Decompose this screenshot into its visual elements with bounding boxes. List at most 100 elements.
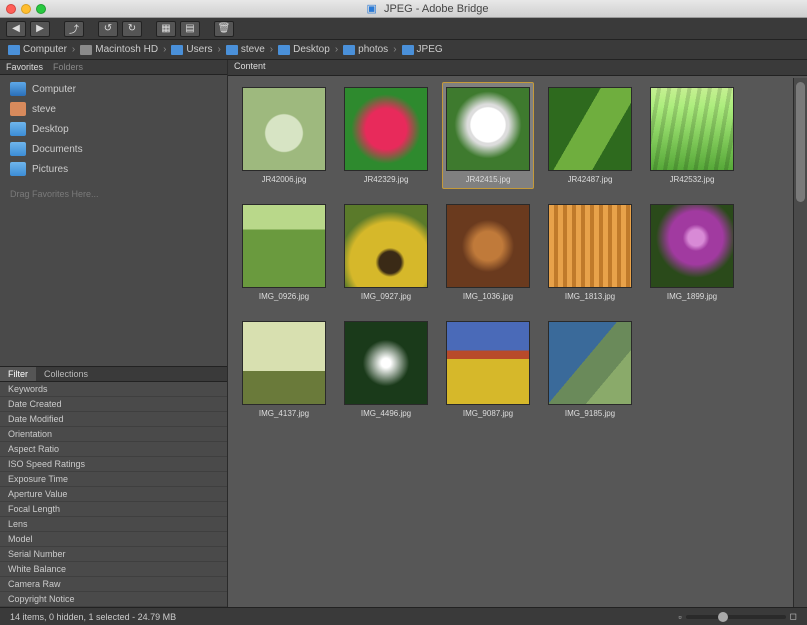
thumbnail-image[interactable] xyxy=(650,87,734,171)
filter-row[interactable]: Lens xyxy=(0,517,227,532)
filter-row[interactable]: Aperture Value xyxy=(0,487,227,502)
image-art xyxy=(447,205,529,287)
collections-tab[interactable]: Collections xyxy=(36,367,96,381)
open-camera-button[interactable]: ▦ xyxy=(156,21,176,37)
thumbnail[interactable]: IMG_9087.jpg xyxy=(442,316,534,423)
back-button[interactable]: ◀ xyxy=(6,21,26,37)
thumbnail[interactable]: JR42532.jpg xyxy=(646,82,738,189)
trash-button[interactable]: 🗑 xyxy=(214,21,234,37)
thumbnail-image[interactable] xyxy=(446,321,530,405)
breadcrumb-label: Users xyxy=(186,44,212,55)
reveal-button[interactable]: ⤴ xyxy=(64,21,84,37)
thumbnail-image[interactable] xyxy=(242,204,326,288)
thumbnail[interactable]: IMG_4496.jpg xyxy=(340,316,432,423)
image-art xyxy=(549,205,631,287)
content-panel-tab[interactable]: Content xyxy=(228,60,807,76)
forward-button[interactable]: ▶ xyxy=(30,21,50,37)
thumbnail-image[interactable] xyxy=(548,204,632,288)
filter-row[interactable]: Copyright Notice xyxy=(0,592,227,607)
slider-small-icon: ▫ xyxy=(678,612,681,622)
breadcrumb-item[interactable]: Computer xyxy=(6,44,69,55)
content-tab-label: Content xyxy=(234,61,266,71)
favorite-item[interactable]: Desktop xyxy=(0,119,227,139)
thumbnail-label: JR42415.jpg xyxy=(466,175,511,184)
rotate-ccw-button[interactable]: ↺ xyxy=(98,21,118,37)
rotate-cw-button[interactable]: ↻ xyxy=(122,21,142,37)
thumbnail[interactable]: JR42006.jpg xyxy=(238,82,330,189)
thumbnail[interactable]: IMG_1036.jpg xyxy=(442,199,534,306)
thumbnail-label: IMG_1036.jpg xyxy=(463,292,513,301)
thumbnail-label: IMG_1813.jpg xyxy=(565,292,615,301)
thumbnail-image[interactable] xyxy=(242,321,326,405)
breadcrumb-item[interactable]: JPEG xyxy=(400,44,445,55)
favorites-panel-tab[interactable]: Favorites Folders xyxy=(0,60,227,75)
close-window-button[interactable] xyxy=(6,4,16,14)
thumbnail-image[interactable] xyxy=(548,321,632,405)
breadcrumb-label: Computer xyxy=(23,44,67,55)
thumbnail-label: JR42329.jpg xyxy=(364,175,409,184)
thumbnail[interactable]: IMG_1813.jpg xyxy=(544,199,636,306)
thumbnail-image[interactable] xyxy=(446,204,530,288)
thumbnail-grid[interactable]: JR42006.jpg JR42329.jpg JR42415.jpg JR42487… xyxy=(238,78,803,607)
refine-button[interactable]: ▤ xyxy=(180,21,200,37)
folder-icon xyxy=(80,45,92,55)
thumbnail-image[interactable] xyxy=(242,87,326,171)
favorite-item[interactable]: steve xyxy=(0,99,227,119)
breadcrumb-label: Macintosh HD xyxy=(95,44,158,55)
breadcrumb-item[interactable]: Desktop xyxy=(276,44,332,55)
thumbnail-image[interactable] xyxy=(344,87,428,171)
filter-row[interactable]: Orientation xyxy=(0,427,227,442)
filter-panel-tabs: Filter Collections xyxy=(0,367,227,382)
minimize-window-button[interactable] xyxy=(21,4,31,14)
image-art xyxy=(345,88,427,170)
filter-row[interactable]: Exposure Time xyxy=(0,472,227,487)
filter-row[interactable]: Camera Raw xyxy=(0,577,227,592)
filter-row[interactable]: Date Created xyxy=(0,397,227,412)
thumbnail[interactable]: IMG_4137.jpg xyxy=(238,316,330,423)
thumbnail-label: IMG_4496.jpg xyxy=(361,409,411,418)
scrollbar-thumb[interactable] xyxy=(796,82,805,202)
breadcrumb-separator: › xyxy=(393,44,396,55)
thumbnail[interactable]: IMG_0926.jpg xyxy=(238,199,330,306)
filter-row[interactable]: Aspect Ratio xyxy=(0,442,227,457)
folder-icon xyxy=(10,122,26,136)
favorite-label: Desktop xyxy=(32,124,69,135)
image-art xyxy=(651,205,733,287)
thumbnail-image[interactable] xyxy=(344,204,428,288)
thumbnail[interactable]: IMG_0927.jpg xyxy=(340,199,432,306)
slider-knob[interactable] xyxy=(718,612,728,622)
filter-row[interactable]: White Balance xyxy=(0,562,227,577)
breadcrumb-item[interactable]: Users xyxy=(169,44,214,55)
breadcrumb-item[interactable]: Macintosh HD xyxy=(78,44,160,55)
favorite-item[interactable]: Documents xyxy=(0,139,227,159)
thumbnail-size-slider[interactable]: ▫ ◻ xyxy=(678,611,797,622)
filter-row[interactable]: Focal Length xyxy=(0,502,227,517)
thumbnail[interactable]: IMG_9185.jpg xyxy=(544,316,636,423)
filter-row[interactable]: Model xyxy=(0,532,227,547)
zoom-window-button[interactable] xyxy=(36,4,46,14)
thumbnail[interactable]: JR42415.jpg xyxy=(442,82,534,189)
filter-tab[interactable]: Filter xyxy=(0,367,36,381)
thumbnail[interactable]: JR42487.jpg xyxy=(544,82,636,189)
breadcrumb-item[interactable]: steve xyxy=(224,44,267,55)
thumbnail-image[interactable] xyxy=(344,321,428,405)
thumbnail[interactable]: IMG_1899.jpg xyxy=(646,199,738,306)
filter-row[interactable]: Keywords xyxy=(0,382,227,397)
thumbnail[interactable]: JR42329.jpg xyxy=(340,82,432,189)
folders-tab-label[interactable]: Folders xyxy=(53,62,83,72)
thumbnail-image[interactable] xyxy=(650,204,734,288)
content-scrollbar[interactable] xyxy=(793,78,807,607)
thumbnail-image[interactable] xyxy=(446,87,530,171)
filter-row[interactable]: Serial Number xyxy=(0,547,227,562)
image-art xyxy=(651,88,733,170)
folder-icon xyxy=(8,45,20,55)
filter-row[interactable]: Date Modified xyxy=(0,412,227,427)
breadcrumb-separator: › xyxy=(72,44,75,55)
filter-row[interactable]: ISO Speed Ratings xyxy=(0,457,227,472)
thumbnail-image[interactable] xyxy=(548,87,632,171)
favorite-item[interactable]: Pictures xyxy=(0,159,227,179)
breadcrumb-item[interactable]: photos xyxy=(341,44,390,55)
favorite-item[interactable]: Computer xyxy=(0,79,227,99)
slider-track[interactable] xyxy=(686,615,786,619)
thumbnail-label: JR42532.jpg xyxy=(670,175,715,184)
